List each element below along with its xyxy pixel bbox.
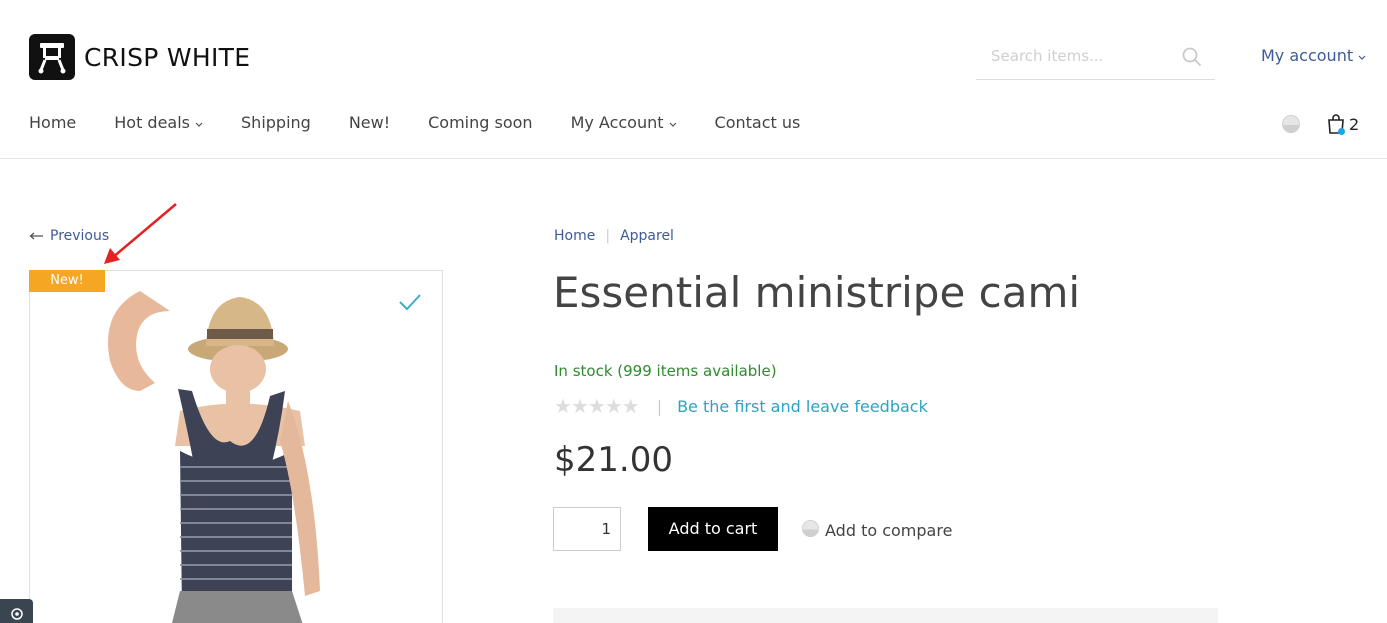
compare-icon[interactable]: [1281, 114, 1301, 134]
nav-item-contact-us[interactable]: Contact us: [715, 113, 801, 132]
annotation-arrow-icon: [104, 203, 177, 264]
product-options-panel: [553, 608, 1218, 623]
logo-icon: [29, 34, 75, 80]
brand-name: CRISP WHITE: [84, 42, 251, 72]
product-photo: [108, 291, 320, 623]
store-logo[interactable]: CRISP WHITE: [29, 34, 250, 80]
search-icon[interactable]: [1182, 47, 1202, 71]
settings-button[interactable]: [0, 599, 33, 623]
cart-button[interactable]: 2: [1327, 114, 1360, 135]
compare-icon: [801, 519, 820, 542]
nav-label: Shipping: [241, 113, 311, 132]
nav-label: Contact us: [714, 113, 801, 132]
product-title: Essential ministripe cami: [553, 268, 1081, 317]
rating-row: ★ ★ ★ ★ ★ | Be the first and leave feedb…: [554, 396, 928, 416]
nav-label: Hot deals: [114, 113, 191, 132]
breadcrumb-home[interactable]: Home: [554, 228, 595, 244]
nav-item-new[interactable]: New!: [349, 113, 390, 132]
arrow-left-icon: [29, 232, 43, 240]
breadcrumb: Home | Apparel: [554, 228, 674, 244]
nav-item-coming-soon[interactable]: Coming soon: [428, 113, 532, 132]
nav-item-shipping[interactable]: Shipping: [241, 113, 311, 132]
nav-label: My Account: [570, 113, 664, 132]
breadcrumb-separator: |: [605, 228, 611, 244]
check-icon: [398, 293, 422, 315]
breadcrumb-apparel[interactable]: Apparel: [620, 228, 674, 244]
star-icon: ★: [554, 394, 572, 418]
nav-item-home[interactable]: Home: [29, 113, 76, 132]
star-icon: ★: [621, 394, 640, 418]
previous-link[interactable]: Previous: [29, 228, 109, 244]
feedback-link[interactable]: Be the first and leave feedback: [677, 397, 928, 416]
star-icon: ★: [570, 394, 589, 418]
star-icon: ★: [604, 394, 623, 418]
rating-separator: |: [656, 396, 663, 416]
chevron-down-icon: [669, 113, 677, 132]
account-label: My account: [1261, 46, 1354, 65]
star-icon: ★: [587, 394, 606, 418]
nav-label: Coming soon: [428, 113, 533, 132]
chevron-down-icon: [1358, 46, 1366, 65]
cart-count: 2: [1349, 114, 1360, 134]
product-price: $21.00: [554, 440, 673, 480]
chevron-down-icon: [195, 113, 203, 132]
rating-stars: ★ ★ ★ ★ ★: [554, 394, 640, 418]
main-nav: Home Hot deals Shipping New! Coming soon…: [29, 113, 800, 132]
gear-icon: [10, 608, 23, 620]
nav-label: Home: [29, 113, 77, 132]
nav-item-hot-deals[interactable]: Hot deals: [114, 113, 203, 132]
stock-status: In stock (999 items available): [554, 362, 777, 380]
account-menu[interactable]: My account: [1261, 46, 1366, 65]
nav-actions: 2: [1281, 114, 1360, 135]
header-divider: [0, 158, 1387, 159]
nav-item-my-account[interactable]: My Account: [571, 113, 677, 132]
new-badge: New!: [29, 270, 105, 292]
search-input[interactable]: [976, 36, 1166, 76]
product-image[interactable]: [29, 270, 443, 623]
add-to-compare-button[interactable]: Add to compare: [801, 519, 952, 542]
quantity-input[interactable]: 1: [553, 507, 621, 551]
add-to-compare-label: Add to compare: [825, 521, 953, 540]
add-to-cart-button[interactable]: Add to cart: [648, 507, 778, 551]
search-box: [976, 36, 1215, 80]
nav-label: New!: [348, 113, 391, 132]
cart-indicator-dot: [1338, 128, 1345, 135]
